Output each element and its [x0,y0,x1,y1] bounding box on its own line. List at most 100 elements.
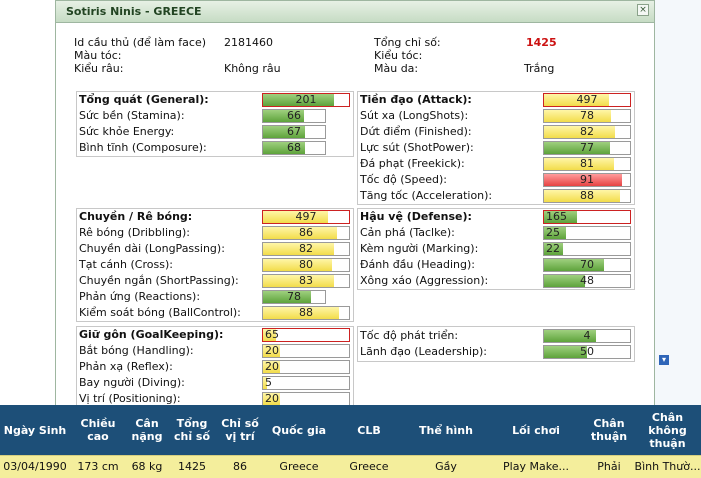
aggression-bar: 48 [543,274,631,288]
hair-color-label: Màu tóc: [74,49,122,62]
col-weight[interactable]: Cân nặng [126,405,168,455]
composure-label: Bình tĩnh (Composure): [79,141,207,154]
marking-value: 22 [546,242,560,255]
defense-header-row: Hậu vệ (Defense): 165 [358,209,634,225]
scroll-arrow-icon[interactable]: ▾ [659,355,669,365]
cell-weight: 68 kg [131,460,163,473]
leadership-bar: 50 [543,345,631,359]
col-body-type[interactable]: Thể hình [404,405,488,455]
col-preferred-foot[interactable]: Chân thuận [584,405,634,455]
total-stats-value: 1425 [526,36,557,49]
dribbling-row: Phản ứng (Reactions): 78 [77,289,353,305]
col-height[interactable]: Chiều cao [70,405,126,455]
stamina-label: Sức bền (Stamina): [79,109,185,122]
background-page-left [0,0,52,405]
defense-row: Cản phá (Taclke): 25 [358,225,634,241]
cell-body-type: Gầy [435,460,457,473]
growth-value: 4 [583,329,591,342]
skin-value: Trắng [524,62,555,75]
dribbling-row: Rê bóng (Dribbling): 86 [77,225,353,241]
beard-label: Kiểu râu: [74,62,124,75]
cross-bar: 80 [262,258,350,272]
reflex-value: 20 [265,360,279,373]
marking-bar: 22 [543,242,631,256]
col-weak-foot[interactable]: Chân không thuận [634,405,701,455]
beard-value: Không râu [224,62,281,75]
attack-total-bar: 497 [543,93,631,107]
acceleration-bar: 88 [543,189,631,203]
aggression-label: Xông xáo (Aggression): [360,274,489,287]
composure-bar: 68 [262,141,326,155]
player-detail-popup: Sotiris Ninis - GREECE × Id cầu thủ (để … [55,0,655,412]
longshots-value: 78 [580,109,594,122]
close-icon[interactable]: × [637,4,649,16]
general-header-row: Tổng quát (General): 201 [77,92,353,108]
heading-value: 70 [580,258,594,271]
acceleration-label: Tăng tốc (Acceleration): [360,189,493,202]
hairstyle-label: Kiểu tóc: [374,49,423,62]
attack-row: Đá phạt (Freekick): 81 [358,156,634,172]
tackle-value: 25 [546,226,560,239]
dribbling-header-row: Chuyền / Rê bóng: 497 [77,209,353,225]
handling-label: Bắt bóng (Handling): [79,344,194,357]
reactions-value: 78 [287,290,301,303]
dribbling-total-bar: 497 [262,210,350,224]
goalkeeping-row: Bay người (Diving): 5 [77,375,353,391]
attack-row: Tốc độ (Speed): 91 [358,172,634,188]
other-row: Lãnh đạo (Leadership): 50 [358,344,634,360]
popup-titlebar[interactable]: Sotiris Ninis - GREECE × [56,1,654,23]
acceleration-value: 88 [580,189,594,202]
leadership-value: 50 [580,345,594,358]
longshots-label: Sút xa (LongShots): [360,109,469,122]
player-id-value: 2181460 [224,36,273,49]
attack-row: Dứt điểm (Finished): 82 [358,124,634,140]
col-play-style[interactable]: Lối chơi [488,405,584,455]
dribbling-header-label: Chuyền / Rê bóng: [79,210,193,223]
attack-header-label: Tiền đạo (Attack): [360,93,472,106]
shotpower-label: Lực sút (ShotPower): [360,141,474,154]
col-nationality[interactable]: Quốc gia [264,405,334,455]
diving-label: Bay người (Diving): [79,376,185,389]
col-birthdate[interactable]: Ngày Sinh [0,405,70,455]
goalkeeping-stats-box: Giữ gôn (GoalKeeping): 65 Bắt bóng (Hand… [76,326,354,408]
speed-label: Tốc độ (Speed): [360,173,447,186]
general-row: Sức bền (Stamina): 66 [77,108,353,124]
attack-row: Tăng tốc (Acceleration): 88 [358,188,634,204]
goalkeeping-total-bar: 65 [262,328,350,342]
cell-preferred-foot: Phải [597,460,621,473]
defense-header-label: Hậu vệ (Defense): [360,210,472,223]
cell-play-style: Play Make... [503,460,569,473]
attack-header-row: Tiền đạo (Attack): 497 [358,92,634,108]
goalkeeping-header-label: Giữ gôn (GoalKeeping): [79,328,224,341]
defense-row: Xông xáo (Aggression): 48 [358,273,634,289]
player-id-label: Id cầu thủ (để làm face) [74,36,206,49]
other-row: Tốc độ phát triển: 4 [358,328,634,344]
skin-label: Màu da: [374,62,419,75]
energy-label: Sức khỏe Energy: [79,125,175,138]
col-total[interactable]: Tổng chỉ số [168,405,216,455]
stamina-value: 66 [287,109,301,122]
cell-weak-foot: Bình Thườ... [634,460,701,473]
ballcontrol-label: Kiểm soát bóng (BallControl): [79,306,241,319]
freekick-value: 81 [580,157,594,170]
ballcontrol-bar: 88 [262,306,350,320]
general-row: Bình tĩnh (Composure): 68 [77,140,353,156]
shortpassing-bar: 83 [262,274,350,288]
shortpassing-label: Chuyền ngắn (ShortPassing): [79,274,239,287]
table-row[interactable]: 03/04/1990 173 cm 68 kg 1425 86 Greece G… [0,455,701,478]
dribbling-stats-box: Chuyền / Rê bóng: 497 Rê bóng (Dribbling… [76,208,354,322]
defense-row: Đánh đầu (Heading): 70 [358,257,634,273]
defense-total-bar: 165 [543,210,631,224]
goalkeeping-row: Phản xạ (Reflex): 20 [77,359,353,375]
attack-total-value: 497 [576,93,598,106]
col-position-rating[interactable]: Chỉ số vị trí [216,405,264,455]
positioning-label: Vị trí (Positioning): [79,392,181,405]
longpassing-label: Chuyền dài (LongPassing): [79,242,225,255]
col-club[interactable]: CLB [334,405,404,455]
diving-bar: 5 [262,376,350,390]
reflex-bar: 20 [262,360,350,374]
positioning-value: 20 [265,392,279,405]
cell-nationality: Greece [279,460,319,473]
handling-value: 20 [265,344,279,357]
cross-value: 80 [299,258,313,271]
